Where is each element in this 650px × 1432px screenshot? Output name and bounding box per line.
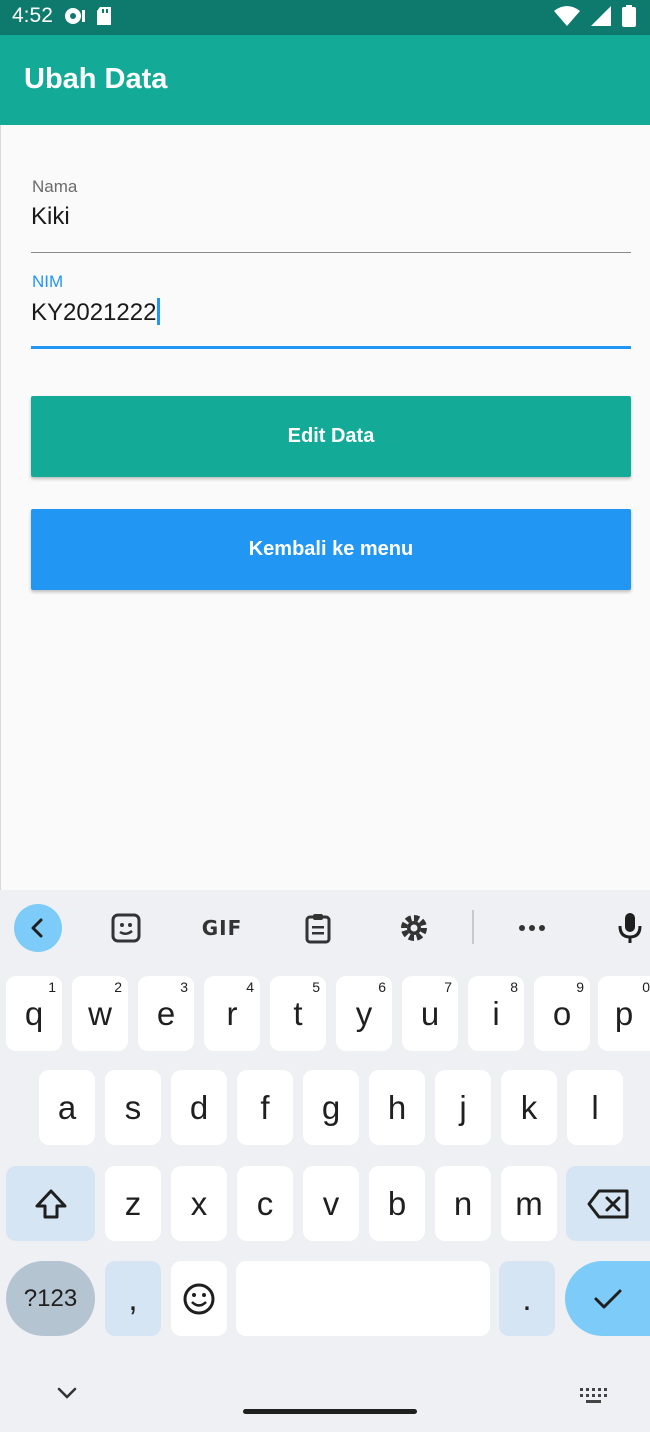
key-u[interactable]: u7: [402, 976, 458, 1051]
key-l[interactable]: l: [567, 1070, 623, 1145]
key-label: u: [420, 994, 440, 1032]
key-r[interactable]: r4: [204, 976, 260, 1051]
key-label: t: [293, 994, 303, 1032]
nim-value: KY2021222: [31, 299, 157, 326]
key-j[interactable]: j: [435, 1070, 491, 1145]
key-e[interactable]: e3: [138, 976, 194, 1051]
key-b[interactable]: b: [369, 1166, 425, 1241]
nama-label: Nama: [32, 177, 78, 196]
key-label: w: [88, 994, 112, 1032]
key-x[interactable]: x: [171, 1166, 227, 1241]
shift-key[interactable]: [6, 1166, 95, 1241]
edit-data-button[interactable]: Edit Data: [31, 396, 631, 477]
key-label: y: [355, 994, 373, 1032]
nim-field[interactable]: NIM KY2021222: [31, 270, 631, 350]
key-h[interactable]: h: [369, 1070, 425, 1145]
key-label: p: [614, 994, 634, 1032]
sticker-icon[interactable]: [102, 906, 150, 950]
key-t[interactable]: t5: [270, 976, 326, 1051]
soft-keyboard: GIF q1 w2 e3 r4 t5 y6 u7 i8 o9 p0 a s d …: [0, 890, 650, 1432]
key-hint: 1: [48, 979, 56, 995]
key-q[interactable]: q1: [6, 976, 62, 1051]
period-key[interactable]: .: [499, 1261, 555, 1336]
key-m[interactable]: m: [501, 1166, 557, 1241]
clipboard-icon[interactable]: [294, 906, 342, 950]
key-w[interactable]: w2: [72, 976, 128, 1051]
key-c[interactable]: c: [237, 1166, 293, 1241]
key-d[interactable]: d: [171, 1070, 227, 1145]
nama-underline: [31, 252, 631, 253]
key-label: q: [24, 994, 44, 1032]
key-z[interactable]: z: [105, 1166, 161, 1241]
hide-keyboard-chevron-icon[interactable]: [56, 1386, 78, 1405]
chevron-left-icon[interactable]: [14, 904, 62, 952]
nama-field[interactable]: Nama Kiki: [31, 174, 631, 254]
key-p[interactable]: p0: [598, 976, 650, 1051]
key-hint: 6: [378, 979, 386, 995]
keyboard-toolbar: GIF: [0, 890, 650, 966]
key-f[interactable]: f: [237, 1070, 293, 1145]
key-label: e: [156, 994, 176, 1032]
key-hint: 2: [114, 979, 122, 995]
symbols-key[interactable]: ?123: [6, 1261, 95, 1336]
form-content: Nama Kiki NIM KY2021222 Edit Data Kembal…: [0, 125, 650, 890]
key-v[interactable]: v: [303, 1166, 359, 1241]
key-label: r: [226, 994, 238, 1032]
key-label: i: [492, 994, 500, 1032]
key-hint: 4: [246, 979, 254, 995]
sd-card-icon: [97, 7, 111, 25]
wifi-icon: [554, 6, 580, 26]
shift-icon: [35, 1189, 66, 1218]
keyboard-bottom-bar: [0, 1360, 650, 1432]
settings-circle-icon: [65, 8, 85, 24]
key-hint: 0: [642, 979, 650, 995]
key-n[interactable]: n: [435, 1166, 491, 1241]
back-to-menu-button[interactable]: Kembali ke menu: [31, 509, 631, 590]
key-hint: 9: [576, 979, 584, 995]
mic-icon[interactable]: [606, 906, 650, 950]
key-hint: 5: [312, 979, 320, 995]
key-g[interactable]: g: [303, 1070, 359, 1145]
gif-label: GIF: [201, 916, 243, 940]
key-hint: 7: [444, 979, 452, 995]
more-icon[interactable]: [508, 906, 556, 950]
page-title: Ubah Data: [24, 63, 168, 95]
key-k[interactable]: k: [501, 1070, 557, 1145]
nama-value: Kiki: [31, 203, 70, 230]
key-hint: 8: [510, 979, 518, 995]
key-a[interactable]: a: [39, 1070, 95, 1145]
cellular-signal-icon: [591, 6, 611, 26]
checkmark-icon: [594, 1289, 621, 1308]
gear-icon[interactable]: [390, 906, 438, 950]
nim-label: NIM: [32, 272, 64, 291]
enter-key[interactable]: [565, 1261, 650, 1336]
app-bar: Ubah Data: [0, 35, 650, 125]
key-y[interactable]: y6: [336, 976, 392, 1051]
comma-key[interactable]: ,: [105, 1261, 161, 1336]
status-time: 4:52: [12, 4, 53, 27]
key-hint: 3: [180, 979, 188, 995]
key-o[interactable]: o9: [534, 976, 590, 1051]
status-bar: 4:52: [0, 0, 650, 35]
key-i[interactable]: i8: [468, 976, 524, 1051]
nim-underline: [31, 346, 631, 349]
backspace-icon: [587, 1189, 629, 1218]
gif-icon[interactable]: GIF: [198, 906, 246, 950]
battery-icon: [622, 5, 636, 27]
gesture-nav-handle[interactable]: [243, 1409, 417, 1414]
key-label: o: [552, 994, 572, 1032]
space-key[interactable]: [236, 1261, 490, 1336]
toolbar-divider: [472, 910, 474, 944]
emoji-key[interactable]: [171, 1261, 227, 1336]
nim-value-wrap: KY2021222: [31, 298, 161, 327]
key-s[interactable]: s: [105, 1070, 161, 1145]
emoji-icon: [183, 1283, 215, 1314]
text-cursor: [157, 298, 161, 325]
backspace-key[interactable]: [566, 1166, 650, 1241]
keyboard-switch-icon[interactable]: [578, 1386, 608, 1409]
